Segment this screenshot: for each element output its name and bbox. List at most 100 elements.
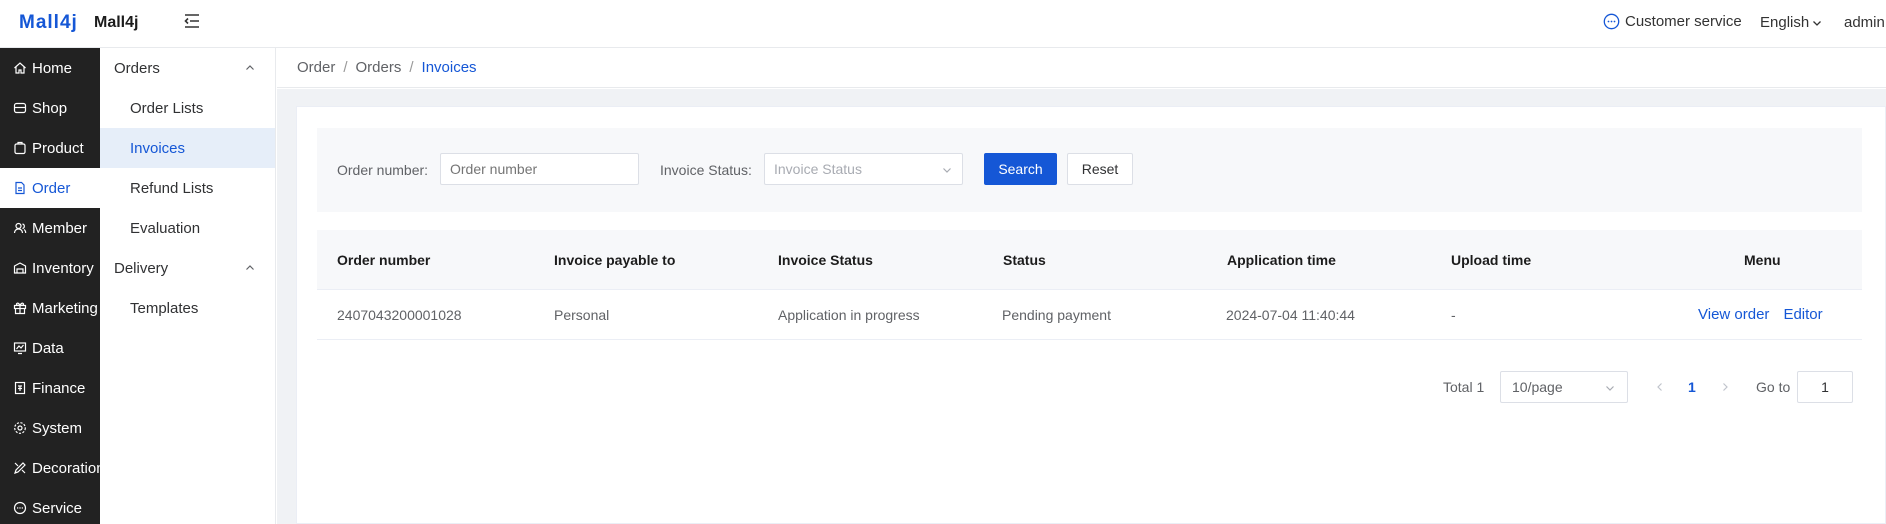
- view-order-link[interactable]: View order: [1698, 306, 1769, 323]
- column-header: Order number: [337, 251, 431, 268]
- subnav-group-label: Delivery: [114, 259, 169, 277]
- sidebar-item-finance[interactable]: Finance: [0, 368, 100, 408]
- prev-page-button[interactable]: [1655, 371, 1665, 403]
- sidebar-item-system[interactable]: System: [0, 408, 100, 448]
- invoice-status-placeholder: Invoice Status: [774, 161, 862, 177]
- chevron-down-icon: [1813, 20, 1822, 26]
- sidebar-item-label: Home: [32, 59, 73, 77]
- app-name: Mall4j: [94, 14, 139, 31]
- sidebar-item-decoration[interactable]: Decoration: [0, 448, 100, 488]
- subnav-group-orders[interactable]: Orders: [100, 48, 275, 88]
- order-number-label: Order number:: [337, 162, 429, 178]
- subnav-group-label: Orders: [114, 59, 160, 77]
- chat-icon: [1603, 13, 1620, 30]
- breadcrumb-item[interactable]: Orders: [356, 59, 402, 76]
- sidebar-item-member[interactable]: Member: [0, 208, 100, 248]
- sidebar-item-label: Service: [32, 499, 83, 517]
- sidebar-item-inventory[interactable]: Inventory: [0, 248, 100, 288]
- service-icon: [13, 501, 27, 515]
- order-icon: [15, 181, 25, 195]
- sidebar-item-home[interactable]: Home: [0, 48, 100, 88]
- home-icon: [14, 62, 26, 74]
- product-icon: [14, 141, 26, 155]
- inventory-icon: [13, 262, 27, 274]
- goto-page-input[interactable]: 1: [1797, 371, 1853, 403]
- menu-collapse-icon[interactable]: [182, 11, 202, 31]
- breadcrumb-separator: /: [343, 59, 348, 76]
- sidebar-item-label: Product: [32, 139, 84, 157]
- search-button[interactable]: Search: [984, 153, 1057, 185]
- upload-time-cell: -: [1451, 306, 1456, 323]
- sidebar-item-label: System: [32, 419, 83, 437]
- order-number-input[interactable]: [440, 153, 639, 185]
- sidebar-item-label: Order: [32, 179, 71, 197]
- invoice-table: Order number Invoice payable to Invoice …: [317, 230, 1862, 340]
- page-number-current[interactable]: 1: [1688, 371, 1696, 403]
- search-form: Order number: Invoice Status: Invoice St…: [317, 128, 1862, 212]
- shop-icon: [13, 102, 27, 114]
- chevron-left-icon: [1657, 383, 1662, 391]
- subnav-item-evaluation[interactable]: Evaluation: [100, 208, 275, 248]
- column-header: Menu: [1744, 251, 1781, 268]
- invoice-status-select[interactable]: Invoice Status: [764, 153, 963, 185]
- sidebar-item-label: Inventory: [32, 259, 94, 277]
- column-header: Invoice Status: [778, 251, 873, 268]
- breadcrumb-item[interactable]: Order: [297, 59, 335, 76]
- customer-service-link[interactable]: Customer service: [1603, 13, 1742, 30]
- sidebar-item-marketing[interactable]: Marketing: [0, 288, 100, 328]
- goto-label: Go to: [1756, 379, 1791, 395]
- sidebar-item-label: Decoration: [32, 459, 100, 477]
- pagination-total: Total 1: [1443, 379, 1485, 395]
- page-size-value: 10/page: [1512, 379, 1563, 395]
- sidebar: Home Shop Product Order Member Inventory…: [0, 48, 100, 524]
- decoration-icon: [14, 462, 26, 474]
- chevron-right-icon: [1723, 383, 1728, 391]
- member-icon: [13, 222, 27, 234]
- subnav-group-delivery[interactable]: Delivery: [100, 248, 275, 288]
- breadcrumb: Order / Orders / Invoices: [277, 48, 1886, 88]
- actions-cell: View order Editor: [1698, 290, 1837, 339]
- breadcrumb-separator: /: [409, 59, 414, 76]
- data-icon: [13, 342, 27, 355]
- order-number-cell: 2407043200001028: [337, 306, 462, 323]
- language-label: English: [1760, 14, 1810, 31]
- sidebar-item-data[interactable]: Data: [0, 328, 100, 368]
- finance-icon: [14, 381, 26, 395]
- subnav-item-templates[interactable]: Templates: [100, 288, 275, 328]
- next-page-button[interactable]: [1720, 371, 1730, 403]
- sidebar-item-label: Member: [32, 219, 88, 237]
- subnav-item-order-lists[interactable]: Order Lists: [100, 88, 275, 128]
- language-select[interactable]: English: [1760, 14, 1822, 31]
- chevron-up-icon: [246, 65, 254, 70]
- invoice-status-label: Invoice Status:: [660, 162, 752, 178]
- customer-service-label: Customer service: [1625, 13, 1742, 30]
- column-header: Invoice payable to: [554, 251, 676, 268]
- subnav-item-refund-lists[interactable]: Refund Lists: [100, 168, 275, 208]
- page-size-select[interactable]: 10/page: [1500, 371, 1628, 403]
- table-row: 2407043200001028 Personal Application in…: [317, 290, 1862, 340]
- breadcrumb-current: Invoices: [421, 59, 477, 76]
- sidebar-item-label: Data: [32, 339, 64, 357]
- column-header: Status: [1003, 251, 1046, 268]
- table-header: Order number Invoice payable to Invoice …: [317, 230, 1862, 290]
- column-header: Upload time: [1451, 251, 1532, 268]
- sidebar-item-product[interactable]: Product: [0, 128, 100, 168]
- marketing-icon: [13, 302, 27, 315]
- sidebar-item-shop[interactable]: Shop: [0, 88, 100, 128]
- sidebar-item-label: Finance: [32, 379, 86, 397]
- chevron-down-icon: [1606, 386, 1614, 391]
- status-cell: Pending payment: [1002, 306, 1111, 323]
- payable-to-cell: Personal: [554, 306, 610, 323]
- invoice-status-cell: Application in progress: [778, 306, 920, 323]
- reset-button[interactable]: Reset: [1067, 153, 1133, 185]
- sidebar-item-order[interactable]: Order: [0, 168, 100, 208]
- column-header: Application time: [1227, 251, 1336, 268]
- subnav-item-invoices[interactable]: Invoices: [100, 128, 275, 168]
- sidebar-item-service[interactable]: Service: [0, 488, 100, 524]
- sub-navigation: Orders Order Lists Invoices Refund Lists…: [100, 48, 276, 524]
- sidebar-item-label: Marketing: [32, 299, 98, 317]
- top-bar: Mall4j Mall4j Customer service English a…: [0, 0, 1886, 48]
- user-menu[interactable]: admin: [1844, 14, 1885, 31]
- gear-icon: [14, 422, 26, 434]
- editor-link[interactable]: Editor: [1783, 306, 1822, 323]
